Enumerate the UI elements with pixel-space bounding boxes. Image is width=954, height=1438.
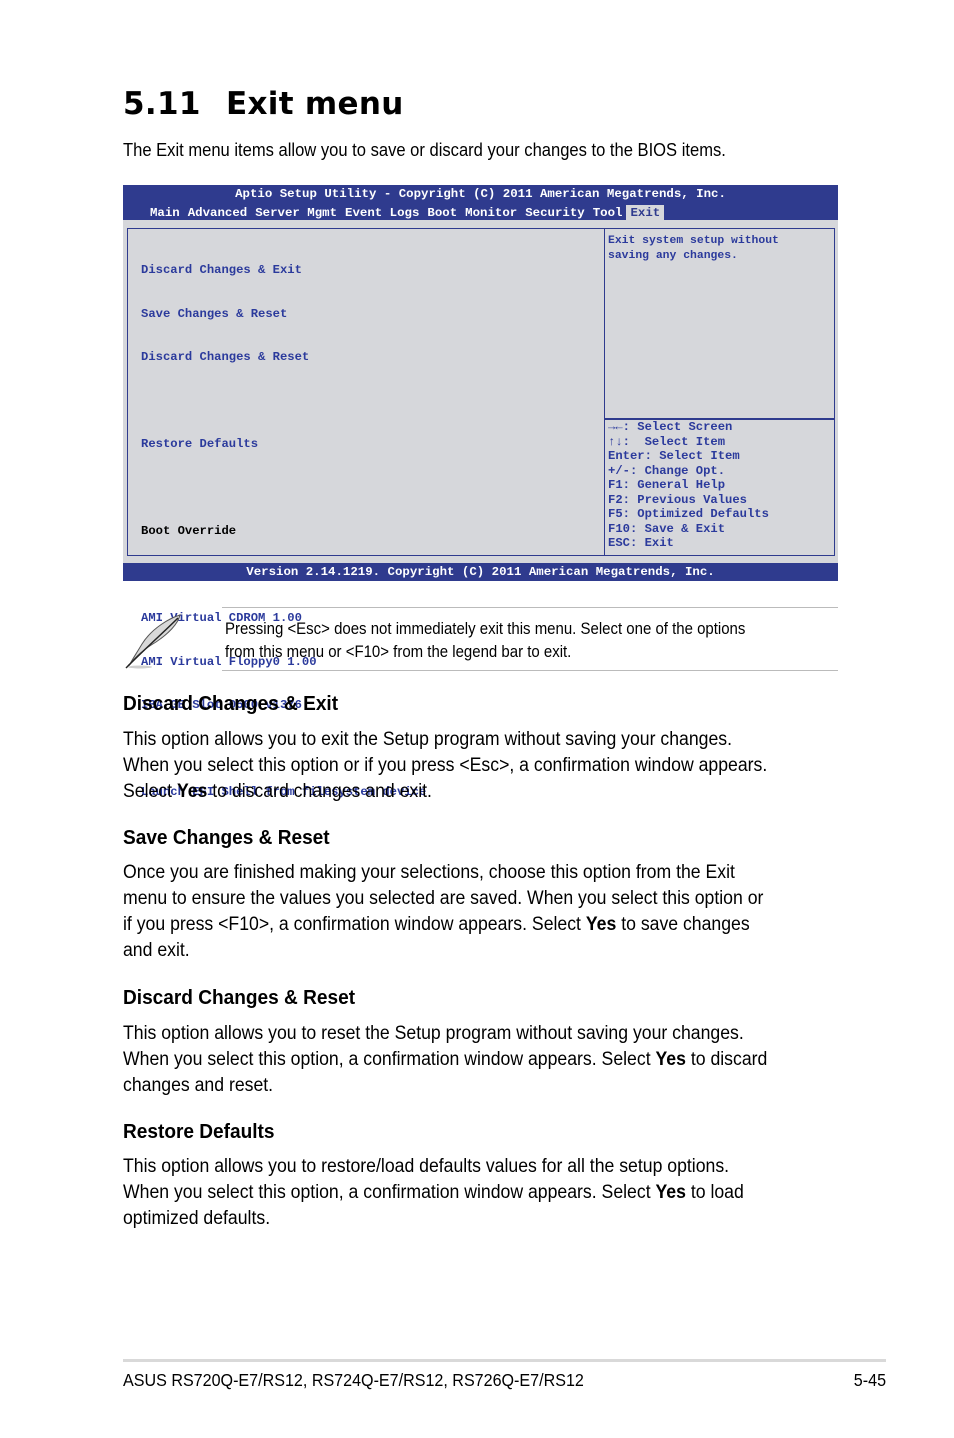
body-line: When you select this option or if you pr… (123, 753, 767, 779)
section-heading: Discard Changes & Reset (123, 986, 356, 1009)
bios-tab-tool[interactable]: Tool (589, 205, 627, 220)
key-legend-item: ESC: Exit (608, 536, 674, 550)
note-text: Pressing <Esc> does not immediately exit… (225, 618, 745, 664)
text-run: optimized defaults. (123, 1208, 271, 1229)
body-line: menu to ensure the values you selected a… (123, 886, 763, 912)
text-run: changes and reset. (123, 1075, 274, 1096)
bios-tab-boot[interactable]: Boot (423, 205, 461, 220)
footer-rule (123, 1359, 886, 1362)
menu-item-save-changes-reset[interactable]: Save Changes & Reset (141, 307, 426, 322)
emphasis-yes: Yes (585, 914, 617, 935)
bios-tab-security[interactable]: Security (521, 205, 589, 220)
boot-override-header: Boot Override (141, 524, 237, 538)
section-number: 5.11 (123, 86, 201, 122)
bios-tab-event-logs[interactable]: Event Logs (341, 205, 423, 220)
section-body: Once you are finished making your select… (123, 860, 763, 964)
note-line: from this menu or <F10> from the legend … (225, 643, 572, 661)
key-legend-item: →←: Select Screen (608, 420, 733, 434)
bios-tab-advanced[interactable]: Advanced (184, 205, 252, 220)
bios-tab-bar: Main Advanced Server Mgmt Event Logs Boot Mon… (146, 205, 665, 220)
text-run: This option allows you to restore/load d… (123, 1156, 730, 1177)
key-legend-item: +/-: Change Opt. (608, 463, 726, 478)
text-run: and exit. (123, 940, 190, 961)
bios-version-bar: Version 2.14.1219. Copyright (C) 2011 Am… (123, 563, 838, 581)
body-line: optimized defaults. (123, 1206, 744, 1232)
key-legend-item: F10: Save & Exit (608, 521, 726, 536)
feather-pen-icon (122, 612, 186, 670)
text-run: When you select this option or if you pr… (123, 755, 768, 776)
text-run: Select (123, 781, 177, 802)
section-heading: Restore Defaults (123, 1120, 275, 1143)
page-title: 5.11 Exit menu (123, 86, 404, 122)
bios-tab-monitor[interactable]: Monitor (461, 205, 521, 220)
section-body: This option allows you to restore/load d… (123, 1154, 744, 1232)
emphasis-yes: Yes (176, 781, 208, 802)
note-top-rule (222, 607, 838, 608)
section-title: Exit menu (226, 86, 404, 122)
key-legend-item: Enter: Select Item (608, 449, 740, 463)
body-line: Once you are finished making your select… (123, 860, 763, 886)
key-legend-item: F1: General Help (608, 478, 726, 492)
section-heading: Discard Changes & Exit (123, 692, 339, 715)
section-body: This option allows you to reset the Setu… (123, 1021, 767, 1099)
body-line: When you select this option, a confirmat… (123, 1047, 767, 1073)
key-legend-item: F5: Optimized Defaults (608, 507, 769, 521)
bios-header-bar: Aptio Setup Utility - Copyright (C) 2011… (123, 185, 838, 220)
body-line: Select Yes to discard changes and exit. (123, 779, 767, 805)
bios-tab-exit[interactable]: Exit (626, 205, 665, 220)
body-line: This option allows you to exit the Setup… (123, 727, 767, 753)
bios-key-legend: →←: Select Screen ↑↓: Select Item Enter: S… (604, 418, 835, 556)
text-run: This option allows you to exit the Setup… (123, 729, 733, 750)
intro-text: The Exit menu items allow you to save or… (123, 140, 726, 160)
text-run: to load (685, 1182, 744, 1203)
emphasis-yes: Yes (655, 1049, 686, 1070)
section-heading: Save Changes & Reset (123, 826, 330, 849)
bios-menu-panel: Discard Changes & Exit Save Changes & Re… (127, 228, 605, 799)
page-number: 5-45 (853, 1370, 886, 1390)
bios-tab-main[interactable]: Main (146, 205, 184, 220)
bios-tab-server-mgmt[interactable]: Server Mgmt (251, 205, 341, 220)
text-run: if you press <F10>, a confirmation windo… (123, 914, 586, 935)
text-run: Once you are finished making your select… (123, 862, 735, 883)
bios-help-panel: Exit system setup without saving any cha… (604, 228, 835, 420)
text-run: When you select this option, a confirmat… (123, 1049, 656, 1070)
body-line: changes and reset. (123, 1073, 767, 1099)
text-run: When you select this option, a confirmat… (123, 1182, 656, 1203)
section-body: This option allows you to exit the Setup… (123, 727, 767, 805)
text-run: menu to ensure the values you selected a… (123, 888, 764, 909)
menu-item-discard-changes-reset[interactable]: Discard Changes & Reset (141, 350, 426, 365)
help-text: Exit system setup without saving any cha… (608, 235, 779, 262)
body-line: and exit. (123, 938, 763, 964)
emphasis-yes: Yes (655, 1182, 686, 1203)
body-line: This option allows you to reset the Setu… (123, 1021, 767, 1047)
footer-models: ASUS RS720Q-E7/RS12, RS724Q-E7/RS12, RS7… (123, 1370, 584, 1390)
bios-screenshot: Aptio Setup Utility - Copyright (C) 2011… (123, 185, 838, 799)
key-legend-item: ↑↓: Select Item (608, 434, 726, 449)
body-line: if you press <F10>, a confirmation windo… (123, 912, 763, 938)
body-line: This option allows you to restore/load d… (123, 1154, 744, 1180)
bios-title: Aptio Setup Utility - Copyright (C) 2011… (235, 187, 726, 201)
text-run: to save changes (616, 914, 750, 935)
note-line: Pressing <Esc> does not immediately exit… (225, 620, 746, 638)
text-run: to discard (685, 1049, 768, 1070)
text-run: This option allows you to reset the Setu… (123, 1023, 744, 1044)
body-line: When you select this option, a confirmat… (123, 1180, 744, 1206)
note-bottom-rule (222, 670, 838, 671)
menu-item-discard-changes-exit[interactable]: Discard Changes & Exit (141, 263, 426, 278)
key-legend-item: F2: Previous Values (608, 492, 747, 507)
text-run: to discard changes and exit. (207, 781, 432, 802)
menu-item-restore-defaults[interactable]: Restore Defaults (141, 437, 426, 452)
